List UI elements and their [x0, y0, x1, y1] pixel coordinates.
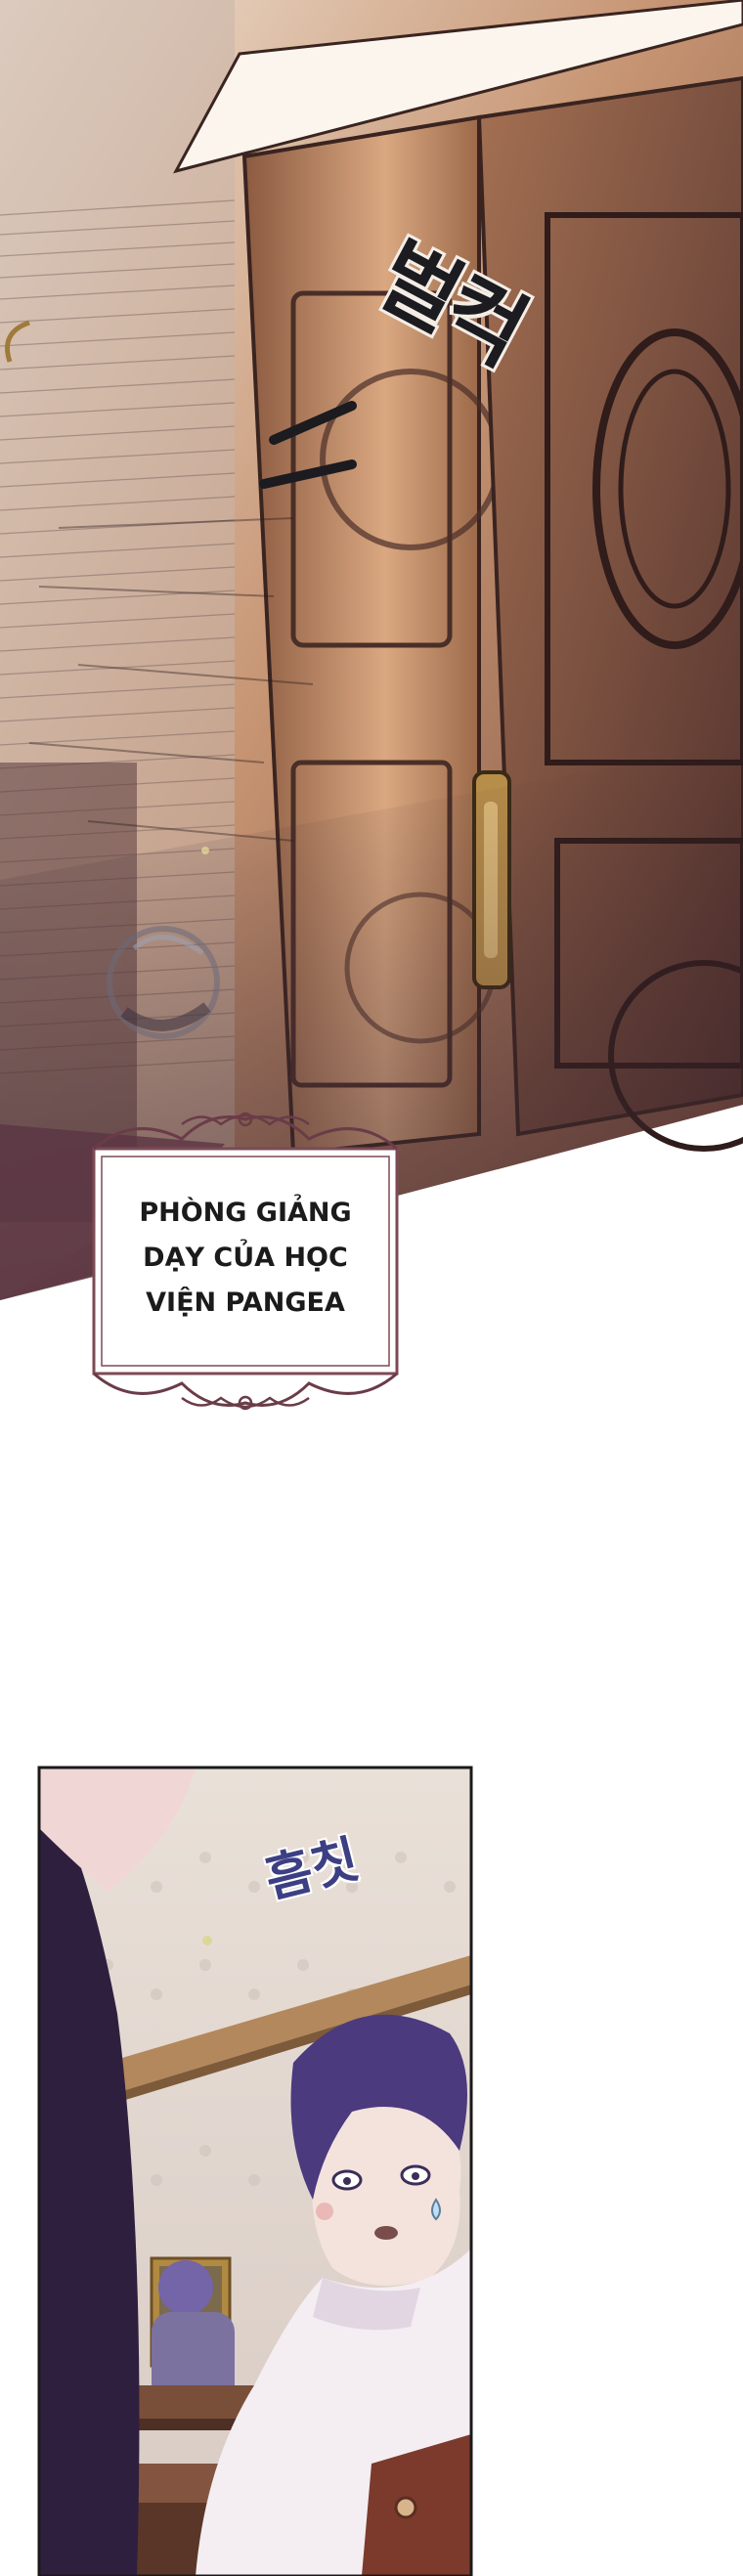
flinch-sound-effect: 흠칫 [259, 1830, 365, 1910]
caption-line-3: VIỆN PANGEA [146, 1288, 345, 1318]
caption-text: PHÒNG GIẢNG DẠY CỦA HỌC VIỆN PANGEA [113, 1156, 377, 1361]
caption-line-1: PHÒNG GIẢNG [139, 1198, 352, 1228]
location-caption-box: PHÒNG GIẢNG DẠY CỦA HỌC VIỆN PANGEA [74, 1105, 416, 1418]
watermark-logo [107, 926, 220, 1039]
caption-line-2: DẠY CỦA HỌC [143, 1243, 348, 1273]
